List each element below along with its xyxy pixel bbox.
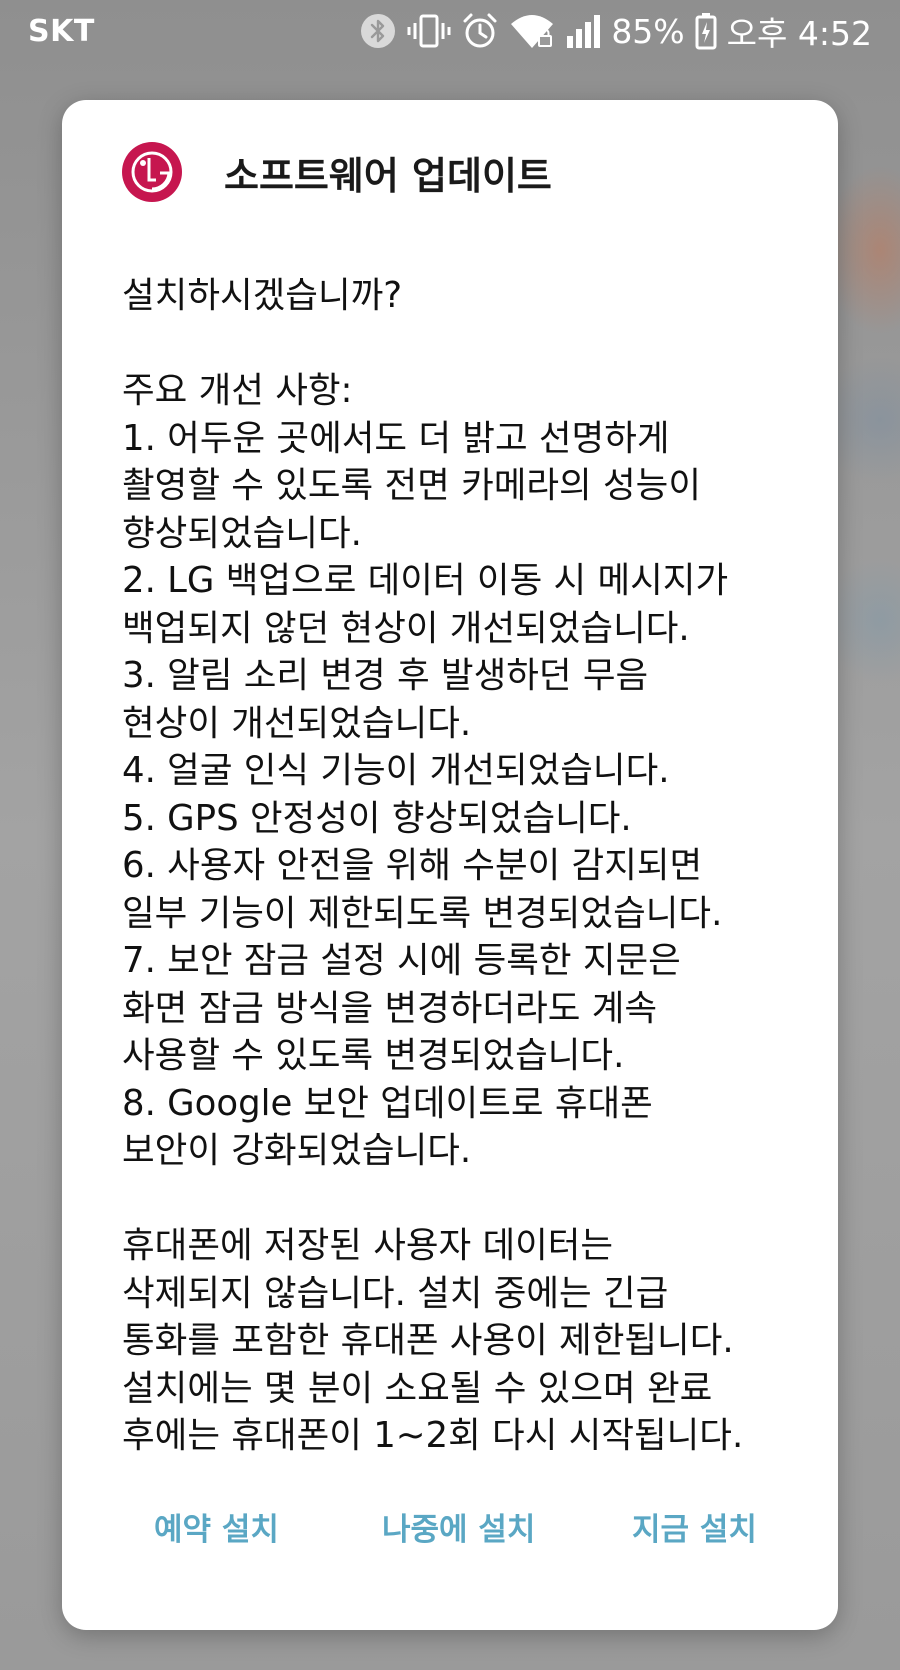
install-later-button[interactable]: 나중에 설치 bbox=[382, 1495, 535, 1565]
dialog-title: 소프트웨어 업데이트 bbox=[224, 153, 552, 198]
battery-percent: 85% bbox=[611, 11, 685, 51]
alarm-icon bbox=[461, 12, 499, 50]
schedule-install-button[interactable]: 예약 설치 bbox=[154, 1495, 279, 1565]
status-icons: 85% 오후 4:52 bbox=[359, 7, 872, 55]
carrier-label: SKT bbox=[28, 13, 95, 49]
software-update-dialog: 소프트웨어 업데이트 설치하시겠습니까? 주요 개선 사항: 1. 어두운 곳에… bbox=[62, 100, 838, 1630]
lg-logo bbox=[122, 142, 182, 202]
install-now-button[interactable]: 지금 설치 bbox=[632, 1495, 757, 1565]
bluetooth-icon bbox=[359, 12, 397, 50]
dialog-message: 설치하시겠습니까? 주요 개선 사항: 1. 어두운 곳에서도 더 밝고 선명하… bbox=[122, 275, 744, 1456]
dialog-actions: 예약 설치 나중에 설치 지금 설치 bbox=[62, 1495, 838, 1565]
vibrate-icon bbox=[407, 12, 451, 50]
battery-icon bbox=[695, 12, 717, 50]
dialog-header: 소프트웨어 업데이트 bbox=[122, 142, 552, 202]
wifi-icon bbox=[509, 12, 555, 50]
clock: 오후 4:52 bbox=[726, 14, 872, 53]
status-bar: SKT 85% 오후 4:52 bbox=[0, 0, 900, 62]
signal-icon bbox=[565, 12, 601, 50]
